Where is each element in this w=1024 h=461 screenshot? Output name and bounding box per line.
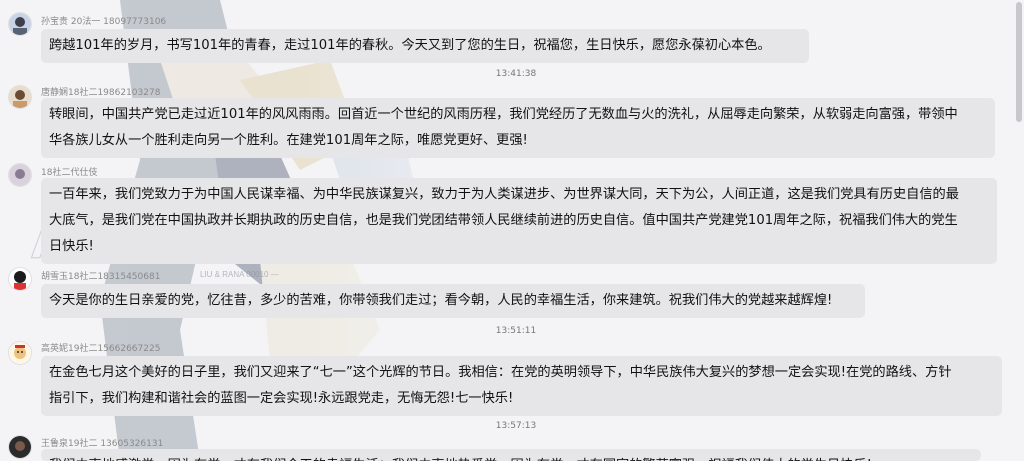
sender-name: 唐静娴18社二19862103278 bbox=[41, 88, 161, 98]
message-text-line: 华各族儿女从一个胜利走向另一个胜利。在建党101周年之际，唯愿党更好、更强! bbox=[49, 133, 528, 148]
message-text-line: 指引下，我们构建和谐社会的蓝图一定会实现!永远跟党走，无悔无怨!七一快乐! bbox=[49, 391, 514, 406]
message-text-line: 今天是你的生日亲爱的党，忆往昔，多少的苦难，你带领我们走过；看今朝，人民的幸福生… bbox=[49, 293, 833, 308]
sender-name: 孙宝贵 20法一 18097773106 bbox=[41, 17, 167, 27]
avatar[interactable] bbox=[8, 435, 32, 459]
message-text-line: 转眼间，中国共产党已走过近101年的风风雨雨。回首近一个世纪的风雨历程，我们党经… bbox=[49, 107, 958, 122]
message-text-line: 日快乐! bbox=[49, 239, 94, 254]
sender-name: 18社二代仕伎 bbox=[41, 168, 98, 178]
message-text-line: 大底气，是我们党在中国执政并长期执政的历史自信，也是我们党团结带领人民继续前进的… bbox=[49, 213, 958, 228]
message-bubble[interactable]: 一百年来，我们党致力于为中国人民谋幸福、为中华民族谋复兴，致力于为人类谋进步、为… bbox=[41, 178, 997, 264]
scrollbar-thumb[interactable] bbox=[1016, 2, 1022, 122]
sender-name: 胡雪玉18社二18315450681 bbox=[41, 272, 161, 282]
avatar[interactable] bbox=[8, 163, 32, 187]
timestamp: 13:57:13 bbox=[495, 421, 537, 431]
message-bubble[interactable]: 在金色七月这个美好的日子里，我们又迎来了“七一”这个光辉的节日。我相信：在党的英… bbox=[41, 356, 1002, 416]
message-bubble[interactable]: 我们由衷地感激党，因为有党，才有我们今天的幸福生活；我们由衷地热爱党，因为有党，… bbox=[41, 449, 981, 461]
sender-name: 高英妮19社二15662667225 bbox=[41, 344, 161, 354]
message-text-line: 一百年来，我们党致力于为中国人民谋幸福、为中华民族谋复兴，致力于为人类谋进步、为… bbox=[49, 187, 959, 202]
avatar[interactable] bbox=[8, 341, 32, 365]
chat-scrollbar[interactable] bbox=[1014, 0, 1022, 461]
message-text-line: 我们由衷地感激党，因为有党，才有我们今天的幸福生活；我们由衷地热爱党，因为有党，… bbox=[49, 453, 973, 461]
message-bubble[interactable]: 跨越101年的岁月，书写101年的青春，走过101年的春秋。今天又到了您的生日，… bbox=[41, 29, 809, 63]
message-bubble[interactable]: 今天是你的生日亲爱的党，忆往昔，多少的苦难，你带领我们走过；看今朝，人民的幸福生… bbox=[41, 284, 865, 318]
timestamp: 13:41:38 bbox=[495, 69, 537, 79]
message-bubble[interactable]: 转眼间，中国共产党已走过近101年的风风雨雨。回首近一个世纪的风雨历程，我们党经… bbox=[41, 98, 995, 158]
message-text-line: 在金色七月这个美好的日子里，我们又迎来了“七一”这个光辉的节日。我相信：在党的英… bbox=[49, 365, 952, 380]
avatar[interactable] bbox=[8, 267, 32, 291]
sender-name: 王鲁泉19社二 13605326131 bbox=[41, 439, 164, 449]
timestamp: 13:51:11 bbox=[495, 326, 537, 336]
avatar[interactable] bbox=[8, 12, 32, 36]
message-text-line: 跨越101年的岁月，书写101年的青春，走过101年的春秋。今天又到了您的生日，… bbox=[49, 38, 771, 53]
avatar[interactable] bbox=[8, 85, 32, 109]
chat-message-list[interactable]: 孙宝贵 20法一 18097773106 跨越101年的岁月，书写101年的青春… bbox=[0, 0, 1010, 461]
